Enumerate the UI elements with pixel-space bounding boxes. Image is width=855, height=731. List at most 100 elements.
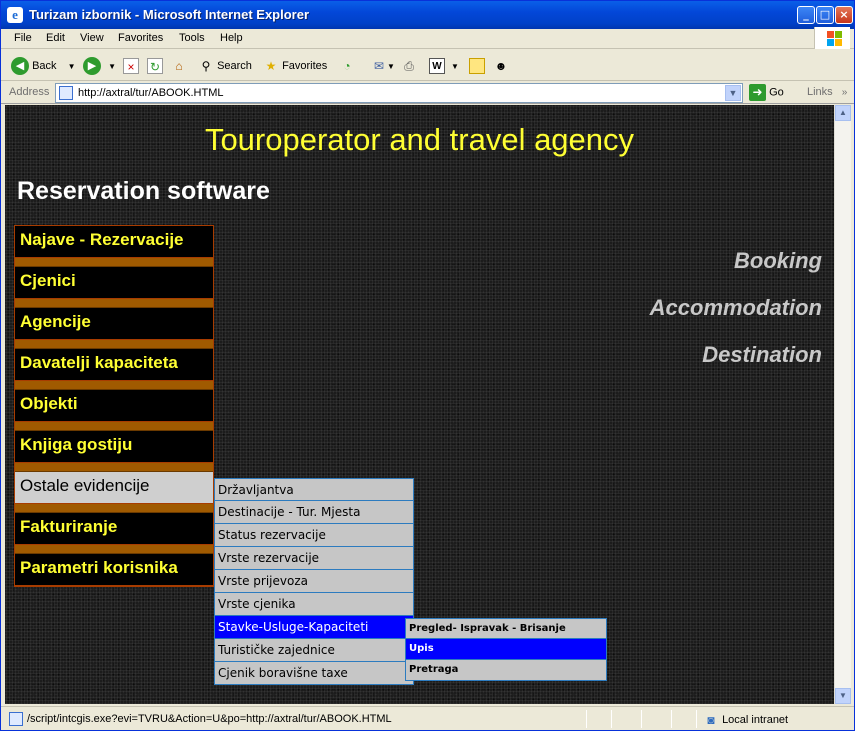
- submenu-item-cjenik-boravisne-taxe[interactable]: Cjenik boravišne taxe: [214, 662, 414, 685]
- messenger-button[interactable]: ☻: [493, 56, 509, 76]
- submenu-item-destinacije[interactable]: Destinacije - Tur. Mjesta: [214, 501, 414, 524]
- chevron-right-icon: »: [841, 87, 848, 98]
- menu-help[interactable]: Help: [220, 32, 243, 44]
- menu-item-ostale-evidencije[interactable]: Ostale evidencije: [15, 472, 213, 504]
- status-divider: [586, 710, 587, 728]
- page-content: Touroperator and travel agency Reservati…: [5, 105, 834, 704]
- browser-window: e Turizam izbornik - Microsoft Internet …: [0, 0, 855, 731]
- messenger-icon: ☻: [494, 59, 508, 74]
- menu-item-objekti[interactable]: Objekti: [15, 390, 213, 422]
- stop-button[interactable]: ×: [123, 56, 139, 76]
- status-bar: /script/intcgis.exe?evi=TVRU&Action=U&po…: [1, 706, 854, 730]
- submenu2-item-upis[interactable]: Upis: [405, 639, 607, 660]
- close-button[interactable]: ×: [835, 6, 853, 24]
- search-icon: ⚲: [201, 59, 211, 74]
- menu-view[interactable]: View: [80, 32, 104, 44]
- menu-item-parametri-korisnika[interactable]: Parametri korisnika: [15, 554, 213, 586]
- menu-tools[interactable]: Tools: [179, 32, 205, 44]
- main-menu: Najave - Rezervacije Cjenici Agencije Da…: [14, 225, 214, 587]
- menu-separator: [15, 545, 213, 554]
- status-divider: [641, 710, 642, 728]
- maximize-button[interactable]: □: [816, 6, 834, 24]
- favorites-label: Favorites: [282, 60, 328, 72]
- minimize-button[interactable]: _: [797, 6, 815, 24]
- menu-separator: [15, 422, 213, 431]
- address-dropdown-icon[interactable]: ▼: [725, 85, 741, 101]
- windows-logo-icon: [814, 27, 850, 49]
- vertical-scrollbar[interactable]: ▲ ▼: [834, 105, 851, 704]
- page-status-icon: [9, 712, 23, 726]
- menu-item-davatelji-kapaciteta[interactable]: Davatelji kapaciteta: [15, 349, 213, 381]
- status-divider: [671, 710, 672, 728]
- history-button[interactable]: ◔: [339, 56, 355, 76]
- submenu-item-status-rezervacije[interactable]: Status rezervacije: [214, 524, 414, 547]
- address-input[interactable]: http://axtral/tur/ABOOK.HTML ▼: [55, 83, 743, 103]
- print-button[interactable]: ⎙: [401, 56, 417, 76]
- menu-edit[interactable]: Edit: [46, 32, 65, 44]
- stop-icon: ×: [123, 58, 139, 75]
- home-button[interactable]: ⌂: [171, 56, 187, 76]
- refresh-button[interactable]: ↻: [147, 56, 163, 76]
- menu-item-knjiga-gostiju[interactable]: Knjiga gostiju: [15, 431, 213, 463]
- submenu-item-vrste-prijevoza[interactable]: Vrste prijevoza: [214, 570, 414, 593]
- menu-file[interactable]: File: [14, 32, 32, 44]
- menu-item-agencije[interactable]: Agencije: [15, 308, 213, 340]
- title-bar[interactable]: e Turizam izbornik - Microsoft Internet …: [1, 1, 854, 29]
- forward-dropdown-icon[interactable]: ▼: [108, 62, 116, 71]
- go-button[interactable]: ➜ Go: [749, 84, 784, 101]
- menu-favorites[interactable]: Favorites: [118, 32, 163, 44]
- status-divider: [696, 710, 697, 728]
- discuss-button[interactable]: [469, 56, 485, 76]
- print-icon: ⎙: [404, 59, 414, 74]
- back-button[interactable]: ◀ Back ▼: [11, 56, 76, 76]
- intranet-icon: ◙: [707, 713, 715, 727]
- menu-item-fakturiranje[interactable]: Fakturiranje: [15, 513, 213, 545]
- submenu-ostale-evidencije: Državljantva Destinacije - Tur. Mjesta S…: [214, 478, 414, 685]
- submenu-item-turisticke-zajednice[interactable]: Turističke zajednice: [214, 639, 414, 662]
- menu-item-cjenici[interactable]: Cjenici: [15, 267, 213, 299]
- favorites-button[interactable]: ★ Favorites: [263, 56, 328, 76]
- scroll-down-icon[interactable]: ▼: [835, 688, 851, 704]
- edit-dropdown-icon: ▼: [451, 62, 459, 71]
- submenu-item-drzavljanstva[interactable]: Državljantva: [214, 478, 414, 501]
- submenu2-item-pregled-ispravak-brisanje[interactable]: Pregled- Ispravak - Brisanje: [405, 618, 607, 639]
- page-icon: [59, 86, 73, 100]
- forward-arrow-icon: ▶: [83, 57, 101, 76]
- search-label: Search: [217, 60, 252, 72]
- scroll-up-icon[interactable]: ▲: [835, 105, 851, 121]
- submenu2-item-pretraga[interactable]: Pretraga: [405, 660, 607, 681]
- page-heading: Touroperator and travel agency: [204, 122, 635, 157]
- menu-separator: [15, 381, 213, 390]
- back-dropdown-icon[interactable]: ▼: [68, 62, 76, 71]
- note-icon: [469, 58, 485, 75]
- search-button[interactable]: ⚲ Search: [198, 56, 252, 76]
- refresh-icon: ↻: [147, 58, 163, 75]
- back-arrow-icon: ◀: [11, 57, 29, 76]
- mail-button[interactable]: ✉ ▼: [371, 56, 395, 76]
- page-subheading: Reservation software: [17, 177, 270, 205]
- status-text: /script/intcgis.exe?evi=TVRU&Action=U&po…: [27, 713, 392, 725]
- submenu-item-vrste-rezervacije[interactable]: Vrste rezervacije: [214, 547, 414, 570]
- menu-separator: [15, 340, 213, 349]
- home-icon: ⌂: [175, 59, 183, 74]
- edit-word-button[interactable]: W ▼: [429, 56, 459, 76]
- label-accommodation: Accommodation: [649, 295, 822, 320]
- submenu-stavke-usluge-kapaciteti: Pregled- Ispravak - Brisanje Upis Pretra…: [405, 618, 607, 681]
- security-zone: ◙ Local intranet: [703, 712, 788, 728]
- submenu-item-vrste-cjenika[interactable]: Vrste cjenika: [214, 593, 414, 616]
- label-booking: Booking: [734, 248, 822, 273]
- menu-item-najave-rezervacije[interactable]: Najave - Rezervacije: [15, 226, 213, 258]
- links-label: Links: [807, 86, 833, 98]
- star-icon: ★: [265, 59, 277, 74]
- forward-button[interactable]: ▶ ▼: [83, 56, 116, 76]
- window-title: Turizam izbornik - Microsoft Internet Ex…: [29, 7, 310, 22]
- links-button[interactable]: Links »: [807, 86, 847, 98]
- submenu-item-stavke-usluge-kapaciteti[interactable]: Stavke-Usluge-Kapaciteti: [214, 616, 414, 639]
- back-label: Back: [32, 60, 57, 72]
- status-divider: [611, 710, 612, 728]
- history-icon: ◔: [343, 59, 351, 74]
- menu-separator: [15, 504, 213, 513]
- toolbar: ◀ Back ▼ ▶ ▼ × ↻ ⌂ ⚲ Search ★ Favorites …: [1, 50, 854, 81]
- label-destination: Destination: [702, 342, 822, 367]
- go-arrow-icon: ➜: [749, 84, 766, 101]
